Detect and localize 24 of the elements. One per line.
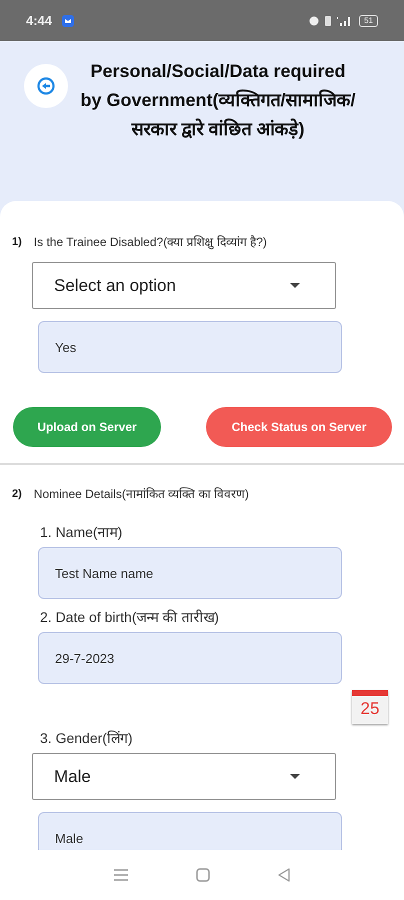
input-field[interactable]: Test Name name [38,547,342,599]
question-number: 1) [12,236,22,248]
back-button[interactable] [24,64,68,108]
page-title: Personal/Social/Data required by Government(व्यक्तिगत/सामाजिक/सरकार द्वारे वांछित आंकड़े) [79,60,357,141]
question-label: Nominee Details(नामांकित व्यक्ति का विवरण) [34,486,249,502]
dropdown-arrow-icon [290,283,300,288]
dropdown[interactable]: Select an option [32,262,336,309]
input-field[interactable]: Male [38,812,342,850]
battery-icon: 51 [359,14,378,26]
field-label: 3. Gender(लिंग) [40,729,134,747]
menu-icon[interactable] [113,868,130,882]
clock-time: 4:44 [26,13,52,28]
field-label: 1. Name(नाम) [40,523,124,541]
dropdown[interactable]: Male [32,753,336,800]
input-field[interactable]: 29-7-2023 [38,632,342,684]
field-label: 2. Date of birth(जन्म की तारीख) [40,608,220,626]
question-label: Is the Trainee Disabled?(क्या प्रशिक्षु दिव्यांग है?) [34,234,267,250]
home-icon[interactable] [196,868,210,882]
input-field[interactable]: Yes [38,321,342,373]
back-icon[interactable] [276,868,291,882]
calendar-icon[interactable]: 25 [352,690,388,724]
question-number: 2) [12,488,22,500]
app-notification-icon [62,14,74,26]
dropdown-arrow-icon [290,774,300,779]
